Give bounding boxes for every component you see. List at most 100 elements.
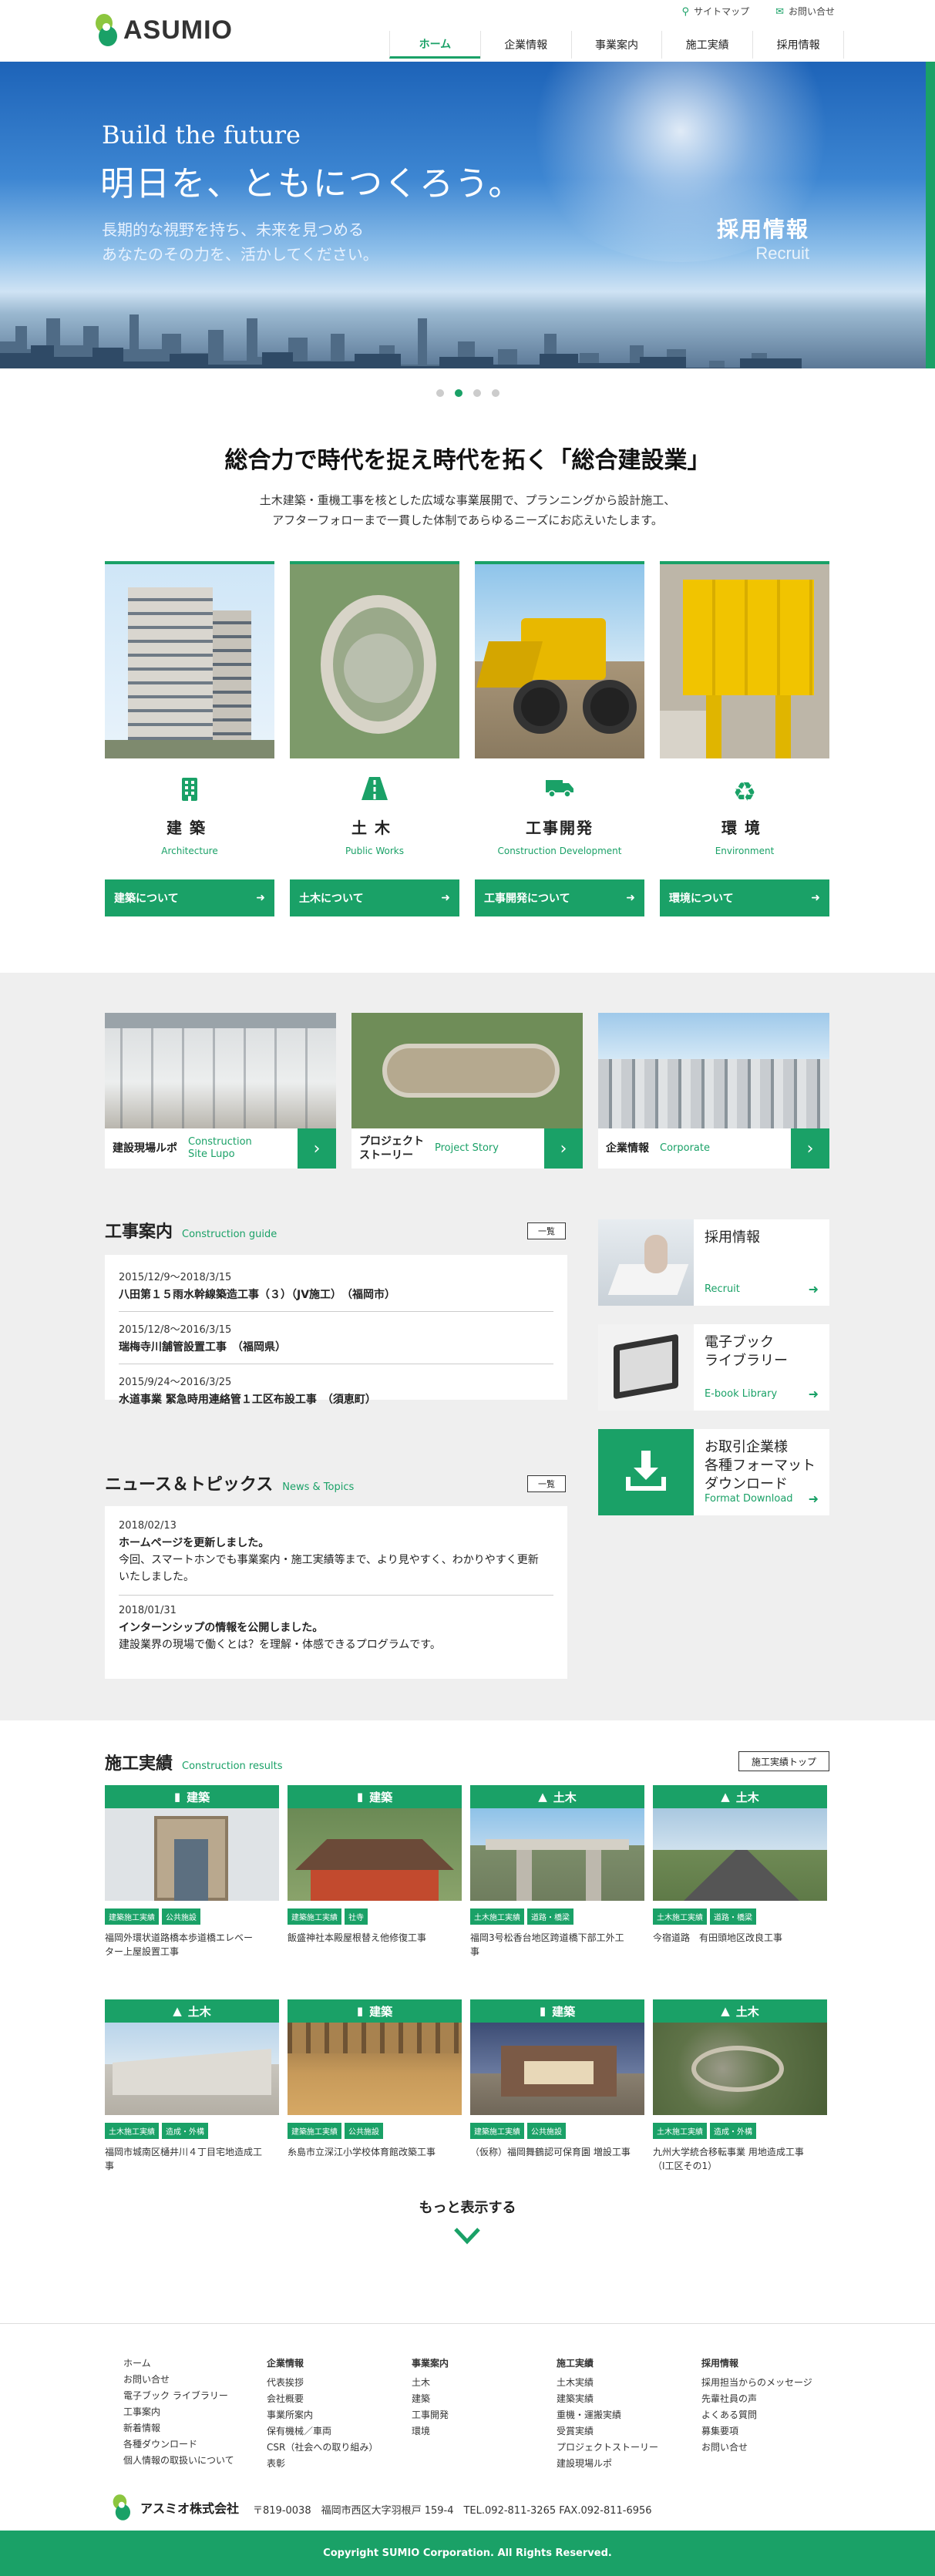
footer-link[interactable]: お問い合せ	[123, 2372, 234, 2388]
work-card[interactable]: ▲ 土木 土木施工実績 道路・橋梁 福岡3号松香台地区跨道橋下部工外工事	[470, 1785, 644, 1959]
works-top-button[interactable]: 施工実績トップ	[738, 1751, 829, 1771]
news-list-button[interactable]: 一覧	[527, 1475, 566, 1492]
download-icon-panel	[598, 1429, 694, 1515]
footer-link[interactable]: 各種ダウンロード	[123, 2436, 234, 2453]
work-card[interactable]: ▲ 土木 土木施工実績 造成・外構 福岡市城南区樋井川４丁目宅地造成工事	[105, 1999, 279, 2173]
hero-slider[interactable]: Build the future 明日を、ともにつくろう。 長期的な視野を持ち、…	[0, 62, 935, 368]
project-story-image	[351, 1013, 583, 1128]
slider-dot[interactable]	[491, 389, 499, 397]
nav-home[interactable]: ホーム	[389, 31, 480, 59]
environment-button[interactable]: 環境について ➜	[660, 879, 829, 916]
side-recruit[interactable]: 採用情報 Recruit ➜	[598, 1219, 829, 1306]
footer-link[interactable]: 表彰	[267, 2456, 378, 2472]
hero-next-edge[interactable]	[926, 62, 935, 368]
footer-link[interactable]: 先輩社員の声	[701, 2391, 812, 2407]
footer-link[interactable]: 重機・運搬実績	[557, 2407, 658, 2423]
public-works-button[interactable]: 土木について ➜	[290, 879, 459, 916]
business-title: 建築	[166, 819, 213, 837]
slider-dot[interactable]	[436, 389, 444, 397]
side-download[interactable]: お取引企業様 各種フォーマット ダウンロード Format Download ➜	[598, 1429, 829, 1515]
guide-list-button[interactable]: 一覧	[527, 1222, 566, 1239]
works-heading: 施工実績 Construction results	[105, 1754, 283, 1774]
arrow-right-icon: ›	[791, 1128, 829, 1169]
footer-link[interactable]: 工事案内	[123, 2404, 234, 2420]
footer-link[interactable]: 建設現場ルポ	[557, 2456, 658, 2472]
intro-title: 総合力で時代を捉え時代を拓く「総合建設業」	[224, 447, 711, 474]
site-header: ASUMIO ⚲ サイトマップ ✉ お問い合せ ホーム 企業情報 事業案内 施工実績…	[0, 0, 935, 62]
footer-link[interactable]: プロジェクトストーリー	[557, 2440, 658, 2456]
public-works-image	[290, 561, 459, 758]
nav-business[interactable]: 事業案内	[570, 31, 662, 59]
footer-link[interactable]: 受賞実績	[557, 2423, 658, 2440]
footer-link[interactable]: 新着情報	[123, 2420, 234, 2436]
mail-icon: ✉	[775, 6, 784, 18]
nav-works[interactable]: 施工実績	[661, 31, 752, 59]
side-ebook[interactable]: 電子ブック ライブラリー E-book Library ➜	[598, 1324, 829, 1411]
list-item[interactable]: 2015/12/9～2018/3/15 八田第１５雨水幹線築造工事（３）（JV施…	[119, 1259, 553, 1312]
card-project-story[interactable]: プロジェクト ストーリー Project Story ›	[351, 1013, 583, 1169]
road-icon: ▲	[721, 2004, 730, 2018]
building-icon: ▮	[356, 1790, 364, 1804]
city-skyline-image	[0, 314, 821, 368]
footer-divider	[0, 2323, 935, 2324]
list-item[interactable]: 2018/02/13 ホームページを更新しました。 今回、スマートホンでも事業案…	[119, 1511, 553, 1596]
arrow-right-icon: ›	[544, 1128, 583, 1169]
recruit-image	[598, 1219, 694, 1306]
footer-link[interactable]: 代表挨拶	[267, 2375, 378, 2391]
slider-dot-active[interactable]	[454, 389, 462, 397]
slider-dot[interactable]	[473, 389, 481, 397]
footer-link[interactable]: よくある質問	[701, 2407, 812, 2423]
building-icon	[105, 777, 274, 805]
footer-link[interactable]: 環境	[412, 2423, 449, 2440]
footer-link[interactable]: 保有機械／車両	[267, 2423, 378, 2440]
list-item[interactable]: 2018/01/31 インターンシップの情報を公開しました。 建設業界の現場で働…	[119, 1596, 553, 1663]
slider-dots	[0, 389, 935, 397]
arrow-right-icon: ➜	[811, 892, 820, 904]
hero-recruit-link[interactable]: 採用情報 Recruit	[717, 213, 809, 264]
footer-link[interactable]: 会社概要	[267, 2391, 378, 2407]
site-logo[interactable]: ASUMIO	[92, 12, 233, 48]
guide-heading: 工事案内 Construction guide	[105, 1222, 277, 1242]
architecture-button[interactable]: 建築について ➜	[105, 879, 274, 916]
footer-link[interactable]: 工事開発	[412, 2407, 449, 2423]
work-card[interactable]: ▮ 建築 建築施工実績 社寺 飯盛神社本殿屋根替え他修復工事	[288, 1785, 462, 1945]
footer-link[interactable]: CSR（社会への取り組み）	[267, 2440, 378, 2456]
footer-link[interactable]: お問い合せ	[701, 2440, 812, 2456]
card-site-lupo[interactable]: 建設現場ルポ Construction Site Lupo ›	[105, 1013, 336, 1169]
nav-company[interactable]: 企業情報	[479, 31, 571, 59]
footer-link[interactable]: 個人情報の取扱いについて	[123, 2453, 234, 2469]
footer-logo[interactable]: アスミオ株式会社	[108, 2490, 239, 2525]
footer-link[interactable]: 事業所案内	[267, 2407, 378, 2423]
list-item[interactable]: 2015/9/24～2016/3/25 水道事業 緊急時用連絡管１工区布設工事 …	[119, 1364, 553, 1416]
business-subtitle: Construction Development	[497, 846, 622, 856]
tag: 社寺	[345, 1908, 368, 1925]
card-corporate[interactable]: 企業情報 Corporate ›	[598, 1013, 829, 1169]
contact-link[interactable]: ✉ お問い合せ	[775, 5, 835, 18]
work-image	[105, 2023, 279, 2115]
footer-link[interactable]: 建築実績	[557, 2391, 658, 2407]
footer-link[interactable]: 土木	[412, 2375, 449, 2391]
tag: 土木施工実績	[653, 1908, 707, 1925]
tag: 公共施設	[527, 2123, 566, 2139]
footer-link[interactable]: 建築	[412, 2391, 449, 2407]
nav-recruit[interactable]: 採用情報	[752, 31, 844, 59]
footer-link[interactable]: 土木実績	[557, 2375, 658, 2391]
construction-development-image	[475, 561, 644, 758]
environment-image	[660, 561, 829, 758]
show-more-button[interactable]: もっと表示する	[0, 2197, 935, 2217]
footer-link[interactable]: 募集要項	[701, 2423, 812, 2440]
work-card[interactable]: ▮ 建築 建築施工実績 公共施設 （仮称）福岡舞鶴認可保育園 増設工事	[470, 1999, 644, 2159]
list-item[interactable]: 2015/12/8～2016/3/15 瑞梅寺川舗管設置工事 （福岡県）	[119, 1312, 553, 1364]
work-card[interactable]: ▮ 建築 建築施工実績 公共施設 福岡外環状道路橋本歩道橋エレベー ター上屋設置工事	[105, 1785, 279, 1959]
work-card[interactable]: ▲ 土木 土木施工実績 道路・橋梁 今宿道路 有田頭地区改良工事	[653, 1785, 827, 1945]
work-card[interactable]: ▮ 建築 建築施工実績 公共施設 糸島市立深江小学校体育館改築工事	[288, 1999, 462, 2159]
construction-development-button[interactable]: 工事開発について ➜	[475, 879, 644, 916]
footer-col-works: 施工実績 土木実績 建築実績 重機・運搬実績 受賞実績 プロジェクトストーリー …	[557, 2356, 658, 2472]
sitemap-link[interactable]: ⚲ サイトマップ	[682, 5, 750, 18]
chevron-down-icon[interactable]	[453, 2226, 481, 2246]
business-title: 工事開発	[526, 819, 594, 837]
footer-link[interactable]: ホーム	[123, 2356, 234, 2372]
work-card[interactable]: ▲ 土木 土木施工実績 造成・外構 九州大学統合移転事業 用地造成工事 （I工区その1…	[653, 1999, 827, 2173]
footer-link[interactable]: 採用担当からのメッセージ	[701, 2375, 812, 2391]
footer-link[interactable]: 電子ブック ライブラリー	[123, 2388, 234, 2404]
